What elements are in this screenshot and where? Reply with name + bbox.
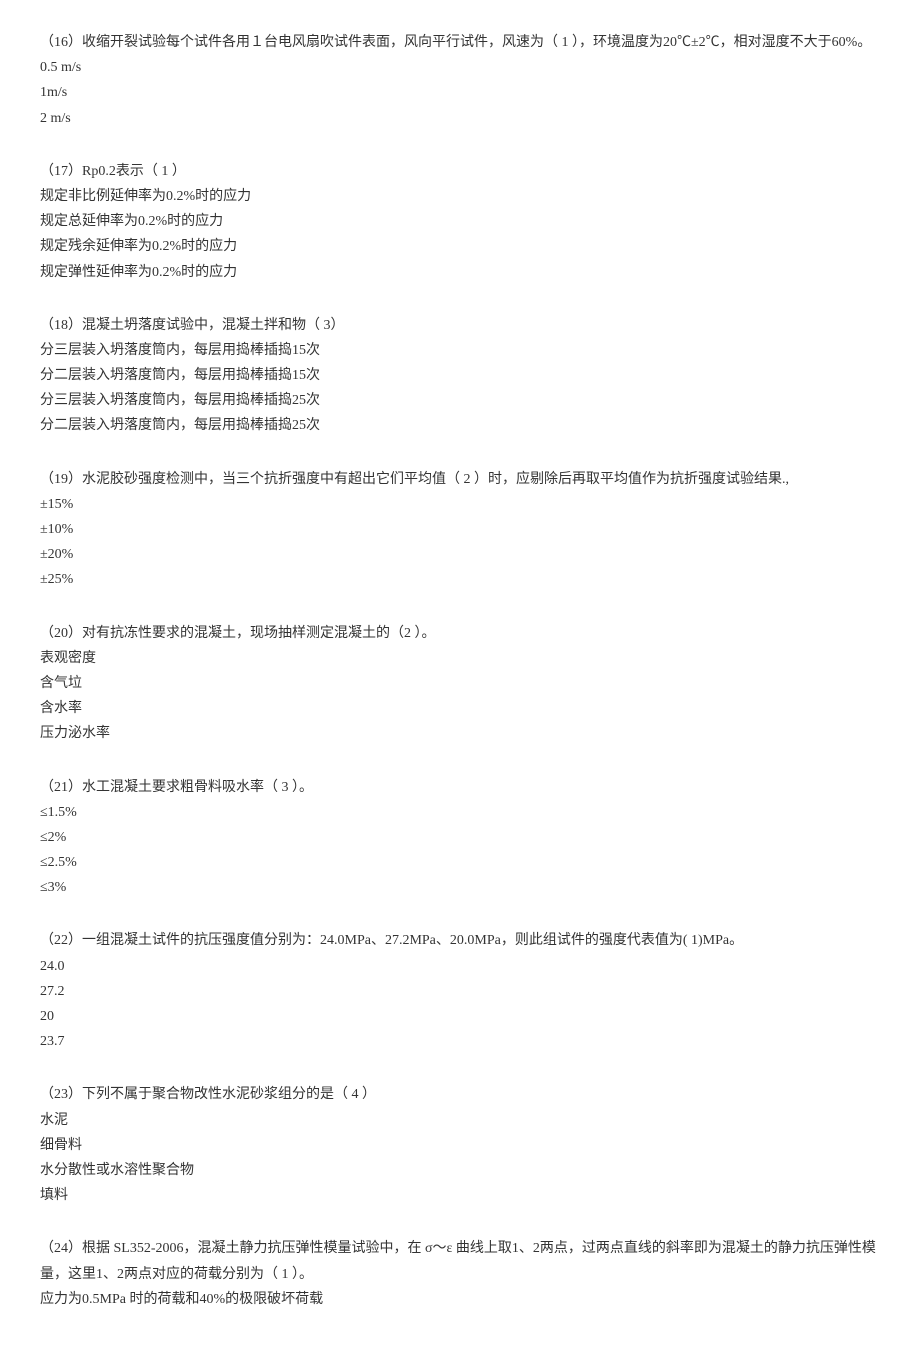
question-18: （18）混凝土坍落度试验中，混凝土拌和物（ 3） 分三层装入坍落度筒内，每层用捣… [40, 313, 880, 439]
option: 0.5 m/s [40, 55, 880, 80]
question-text: （23）下列不属于聚合物改性水泥砂浆组分的是（ 4 ） [40, 1082, 880, 1107]
option: 规定非比例延伸率为0.2%时的应力 [40, 184, 880, 209]
question-text: （22）一组混凝土试件的抗压强度值分别为：24.0MPa、27.2MPa、20.… [40, 928, 880, 953]
option: 分二层装入坍落度筒内，每层用捣棒插捣15次 [40, 363, 880, 388]
option: ±20% [40, 542, 880, 567]
option: 含气垃 [40, 671, 880, 696]
option: 规定弹性延伸率为0.2%时的应力 [40, 260, 880, 285]
question-19: （19）水泥胶砂强度检测中，当三个抗折强度中有超出它们平均值（ 2 ）时，应剔除… [40, 467, 880, 593]
question-20: （20）对有抗冻性要求的混凝土，现场抽样测定混凝土的（2 ）。 表观密度 含气垃… [40, 621, 880, 747]
option: 细骨料 [40, 1133, 880, 1158]
question-text: （16）收缩开裂试验每个试件各用１台电风扇吹试件表面，风向平行试件，风速为（ 1… [40, 30, 880, 55]
question-22: （22）一组混凝土试件的抗压强度值分别为：24.0MPa、27.2MPa、20.… [40, 928, 880, 1054]
question-24: （24）根据 SL352-2006，混凝土静力抗压弹性模量试验中，在 σ～ε 曲… [40, 1236, 880, 1312]
question-text: （21）水工混凝土要求粗骨料吸水率（ 3 ）。 [40, 775, 880, 800]
question-text: （20）对有抗冻性要求的混凝土，现场抽样测定混凝土的（2 ）。 [40, 621, 880, 646]
option: 分二层装入坍落度筒内，每层用捣棒插捣25次 [40, 413, 880, 438]
option: 分三层装入坍落度筒内，每层用捣棒插捣15次 [40, 338, 880, 363]
option: ±15% [40, 492, 880, 517]
option: 1m/s [40, 80, 880, 105]
option: 23.7 [40, 1029, 880, 1054]
question-text: （18）混凝土坍落度试验中，混凝土拌和物（ 3） [40, 313, 880, 338]
option: ±10% [40, 517, 880, 542]
question-text: （19）水泥胶砂强度检测中，当三个抗折强度中有超出它们平均值（ 2 ）时，应剔除… [40, 467, 880, 492]
option: 压力泌水率 [40, 721, 880, 746]
question-17: （17）Rp0.2表示（ 1 ） 规定非比例延伸率为0.2%时的应力 规定总延伸… [40, 159, 880, 285]
option: ≤1.5% [40, 800, 880, 825]
question-23: （23）下列不属于聚合物改性水泥砂浆组分的是（ 4 ） 水泥 细骨料 水分散性或… [40, 1082, 880, 1208]
option: 规定残余延伸率为0.2%时的应力 [40, 234, 880, 259]
option: 分三层装入坍落度筒内，每层用捣棒插捣25次 [40, 388, 880, 413]
option: 24.0 [40, 954, 880, 979]
option: ≤2% [40, 825, 880, 850]
option: 表观密度 [40, 646, 880, 671]
option: 应力为0.5MPa 时的荷载和40%的极限破坏荷载 [40, 1287, 880, 1312]
option: 水泥 [40, 1108, 880, 1133]
option: 填料 [40, 1183, 880, 1208]
question-text: （24）根据 SL352-2006，混凝土静力抗压弹性模量试验中，在 σ～ε 曲… [40, 1236, 880, 1286]
option: 20 [40, 1004, 880, 1029]
option: 规定总延伸率为0.2%时的应力 [40, 209, 880, 234]
option: ≤2.5% [40, 850, 880, 875]
question-text: （17）Rp0.2表示（ 1 ） [40, 159, 880, 184]
option: ±25% [40, 567, 880, 592]
option: 含水率 [40, 696, 880, 721]
option: 水分散性或水溶性聚合物 [40, 1158, 880, 1183]
option: ≤3% [40, 875, 880, 900]
option: 2 m/s [40, 106, 880, 131]
question-16: （16）收缩开裂试验每个试件各用１台电风扇吹试件表面，风向平行试件，风速为（ 1… [40, 30, 880, 131]
option: 27.2 [40, 979, 880, 1004]
question-21: （21）水工混凝土要求粗骨料吸水率（ 3 ）。 ≤1.5% ≤2% ≤2.5% … [40, 775, 880, 901]
